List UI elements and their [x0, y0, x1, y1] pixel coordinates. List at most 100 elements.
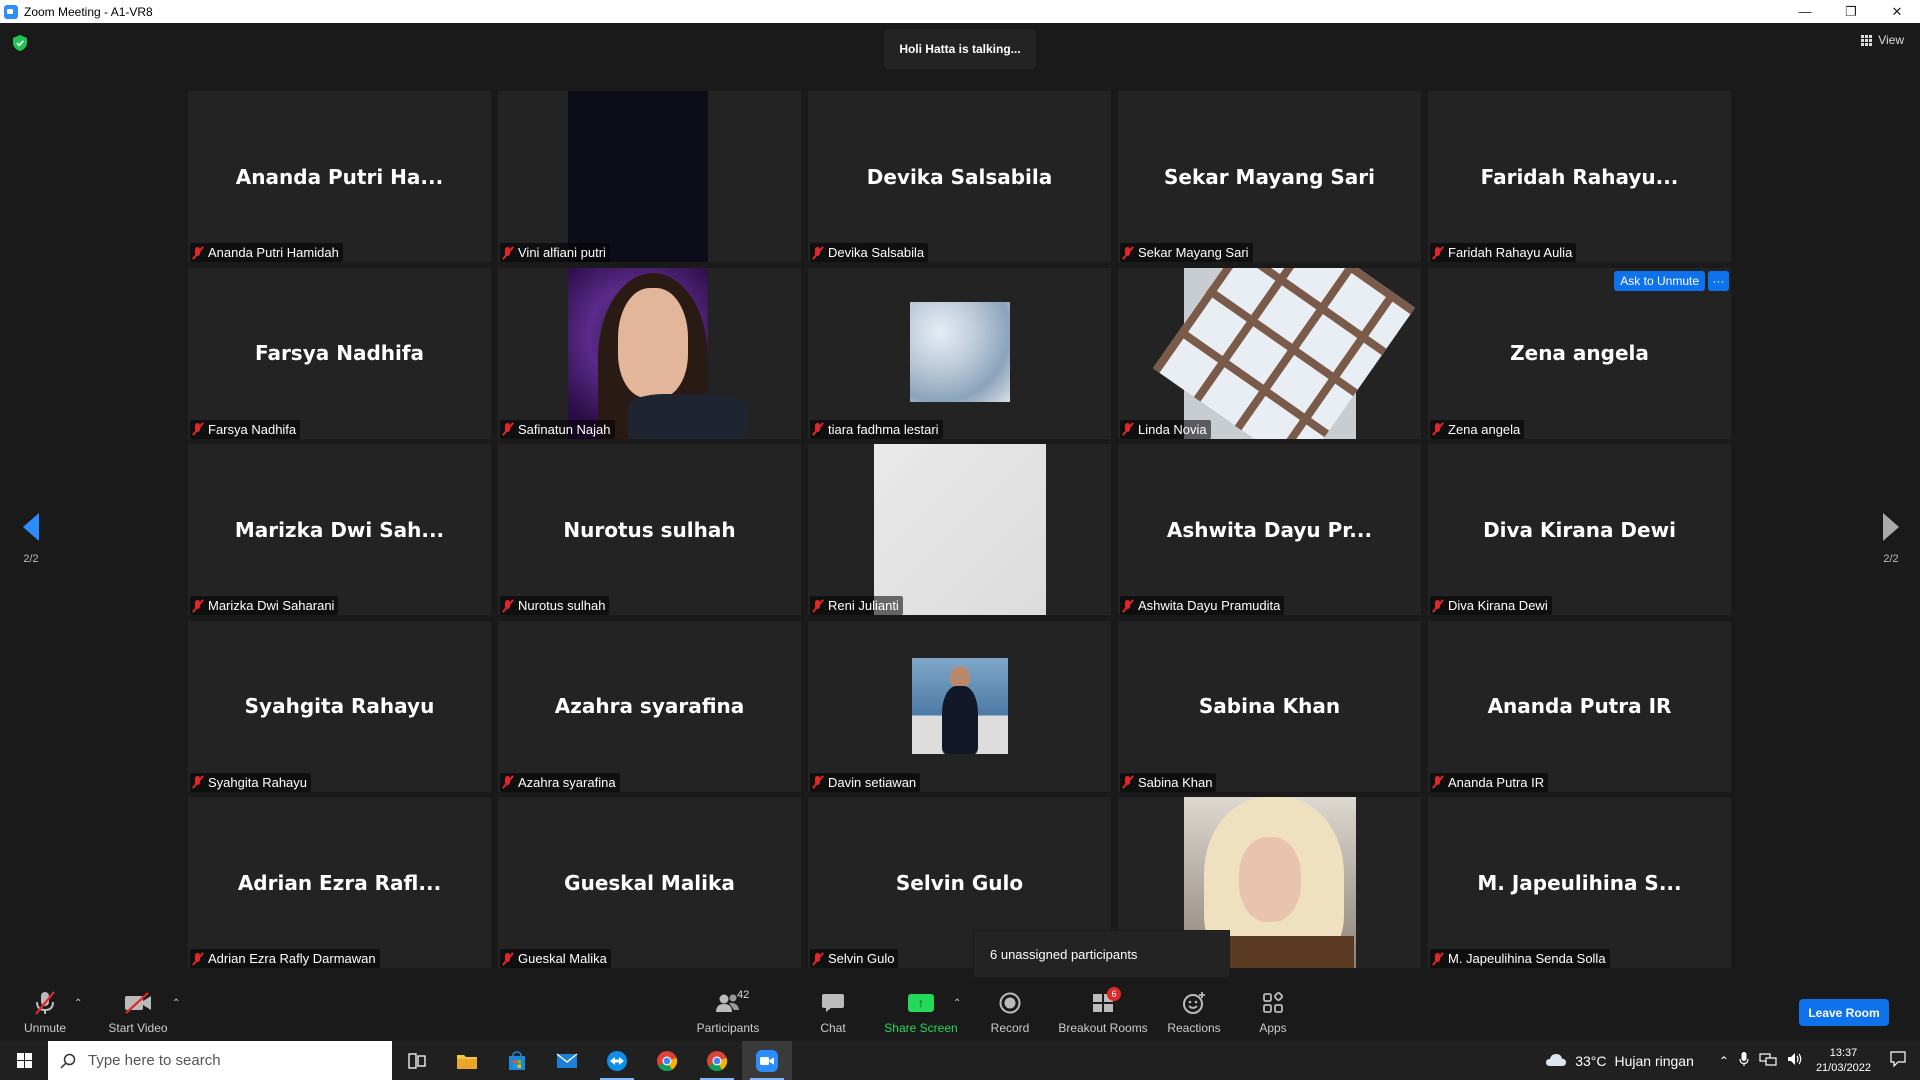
windows-taskbar: Type here to search 33°C Hujan ringan ⌃	[0, 1041, 1920, 1080]
zoom-icon[interactable]	[742, 1041, 792, 1080]
participant-name: Zena angela	[1448, 421, 1521, 437]
teamviewer-icon[interactable]	[592, 1041, 642, 1080]
next-page-button[interactable]: 2/2	[1878, 513, 1904, 565]
mail-icon[interactable]	[542, 1041, 592, 1080]
participant-name: Marizka Dwi Saharani	[208, 598, 335, 613]
participant-display-name: Adrian Ezra Rafl...	[237, 870, 442, 895]
chat-button[interactable]: Chat	[812, 980, 854, 1041]
breakout-rooms-icon: 6	[1088, 987, 1121, 1016]
security-shield-icon[interactable]	[13, 35, 27, 51]
participant-tile[interactable]: Zena angela Zena angela Ask to Unmute ···	[1428, 267, 1731, 439]
participant-display-name: Devika Salsabila	[866, 164, 1053, 189]
unmute-label: Unmute	[23, 1021, 67, 1035]
tray-microphone-icon[interactable]	[1739, 1051, 1749, 1070]
participant-name-label: Faridah Rahayu Aulia	[1430, 243, 1577, 262]
participant-name: Azahra syarafina	[518, 774, 616, 790]
participant-tile[interactable]: Ananda Putra IR Ananda Putra IR	[1428, 620, 1731, 792]
task-view-icon[interactable]	[392, 1041, 442, 1080]
tray-chevron-up-icon[interactable]: ⌃	[1719, 1054, 1729, 1068]
search-placeholder: Type here to search	[88, 1052, 221, 1069]
participant-name-label: Nurotus sulhah	[500, 596, 610, 615]
start-button[interactable]	[0, 1041, 48, 1080]
share-screen-label: Share Screen	[884, 1021, 958, 1035]
participant-tile[interactable]: Ashwita Dayu Pr... Ashwita Dayu Pramudita	[1118, 444, 1421, 615]
participant-name: Davin setiawan	[828, 774, 917, 790]
volume-icon[interactable]	[1787, 1052, 1803, 1069]
taskbar-search-box[interactable]: Type here to search	[48, 1041, 392, 1080]
audio-options-caret[interactable]: ⌃	[74, 998, 82, 1009]
participant-name: Adrian Ezra Rafly Darmawan	[208, 951, 376, 966]
participant-tile[interactable]: Nurotus sulhah Nurotus sulhah	[498, 444, 801, 615]
start-video-label: Start Video	[108, 1021, 168, 1035]
participant-tile[interactable]: Sabina Khan Sabina Khan	[1118, 620, 1421, 792]
participant-tile[interactable]: Davin setiawan	[808, 620, 1111, 792]
chrome-profile-icon[interactable]	[692, 1041, 742, 1080]
mic-muted-icon	[1122, 775, 1134, 789]
close-button[interactable]: ✕	[1874, 0, 1920, 23]
participant-tile[interactable]: Faridah Rahayu... Faridah Rahayu Aulia	[1428, 91, 1731, 262]
share-screen-button[interactable]: ↑ Share Screen	[884, 980, 958, 1041]
participant-tile[interactable]: Ananda Putri Ha... Ananda Putri Hamidah	[188, 91, 491, 262]
participant-tile[interactable]: Marizka Dwi Sah... Marizka Dwi Saharani	[188, 444, 491, 615]
unmute-button[interactable]: Unmute	[22, 980, 68, 1041]
network-icon[interactable]	[1759, 1052, 1777, 1069]
breakout-rooms-button[interactable]: 6 Breakout Rooms	[1058, 980, 1148, 1041]
participant-tile[interactable]: Reni Julianti	[808, 444, 1111, 615]
participant-display-name: Diva Kirana Dewi	[1483, 517, 1676, 542]
file-explorer-icon[interactable]	[442, 1041, 492, 1080]
start-video-button[interactable]: Start Video	[106, 980, 170, 1041]
participant-name: M. Japeulihina Senda Solla	[1448, 951, 1606, 966]
record-label: Record	[990, 1021, 1030, 1035]
unassigned-participants-popup[interactable]: 6 unassigned participants	[973, 930, 1230, 978]
participant-tile[interactable]: tiara fadhma lestari	[808, 267, 1111, 439]
store-icon[interactable]	[492, 1041, 542, 1080]
view-button[interactable]: View	[1861, 33, 1904, 47]
participant-name-label: Selvin Gulo	[810, 949, 899, 968]
chrome-icon[interactable]	[642, 1041, 692, 1080]
ask-to-unmute-button[interactable]: Ask to Unmute	[1614, 270, 1705, 291]
participant-tile[interactable]: Linda Novia	[1118, 267, 1421, 439]
mic-muted-icon	[1432, 599, 1444, 613]
mic-muted-icon	[812, 952, 824, 966]
mic-muted-icon	[1432, 952, 1444, 966]
participant-display-name: Faridah Rahayu...	[1480, 164, 1679, 189]
weather-widget[interactable]: 33°C Hujan ringan	[1545, 1053, 1694, 1069]
participant-name-label: Devika Salsabila	[810, 243, 929, 262]
more-options-button[interactable]: ···	[1708, 270, 1729, 291]
notification-icon[interactable]	[1890, 1051, 1906, 1070]
previous-page-button[interactable]: 2/2	[18, 513, 44, 565]
view-label: View	[1878, 33, 1904, 47]
participant-tile[interactable]: Vini alfiani putri	[498, 91, 801, 262]
reactions-button[interactable]: Reactions	[1166, 980, 1222, 1041]
participant-name-label: Ashwita Dayu Pramudita	[1120, 596, 1285, 615]
participant-name-label: Gueskal Malika	[500, 949, 611, 968]
participant-tile[interactable]: Devika Salsabila Devika Salsabila	[808, 91, 1111, 262]
participant-tile[interactable]: Diva Kirana Dewi Diva Kirana Dewi	[1428, 444, 1731, 615]
participant-tile[interactable]: Gueskal Malika Gueskal Malika	[498, 797, 801, 968]
mic-muted-icon	[502, 599, 514, 613]
participant-tile[interactable]: M. Japeulihina S... M. Japeulihina Senda …	[1428, 797, 1731, 968]
participant-tile[interactable]: Adrian Ezra Rafl... Adrian Ezra Rafly Dar…	[188, 797, 491, 968]
restore-button[interactable]: ❐	[1828, 0, 1874, 23]
leave-room-button[interactable]: Leave Room	[1799, 999, 1889, 1026]
mic-muted-icon	[1122, 599, 1134, 613]
video-options-caret[interactable]: ⌃	[172, 998, 180, 1009]
page-indicator-right: 2/2	[1883, 553, 1899, 565]
participant-name: Ananda Putra IR	[1448, 774, 1545, 790]
participant-tile[interactable]: Syahgita Rahayu Syahgita Rahayu	[188, 620, 491, 792]
share-options-caret[interactable]: ⌃	[953, 998, 961, 1009]
participant-name-label: Adrian Ezra Rafly Darmawan	[190, 949, 380, 968]
participant-tile[interactable]: Safinatun Najah	[498, 267, 801, 439]
taskbar-clock[interactable]: 13:37 21/03/2022	[1816, 1046, 1871, 1076]
record-button[interactable]: Record	[990, 980, 1030, 1041]
participant-tile[interactable]: Sekar Mayang Sari Sekar Mayang Sari	[1118, 91, 1421, 262]
participants-button[interactable]: 42 Participants	[692, 980, 764, 1041]
participant-name-label: Vini alfiani putri	[500, 243, 610, 262]
apps-button[interactable]: Apps	[1256, 980, 1290, 1041]
minimize-button[interactable]: —	[1782, 0, 1828, 23]
participant-video	[568, 91, 708, 262]
participant-tile[interactable]: Farsya Nadhifa Farsya Nadhifa	[188, 267, 491, 439]
participant-display-name: Ananda Putri Ha...	[235, 164, 444, 189]
participant-tile[interactable]: Azahra syarafina Azahra syarafina	[498, 620, 801, 792]
participant-name-label: Farsya Nadhifa	[190, 419, 301, 439]
